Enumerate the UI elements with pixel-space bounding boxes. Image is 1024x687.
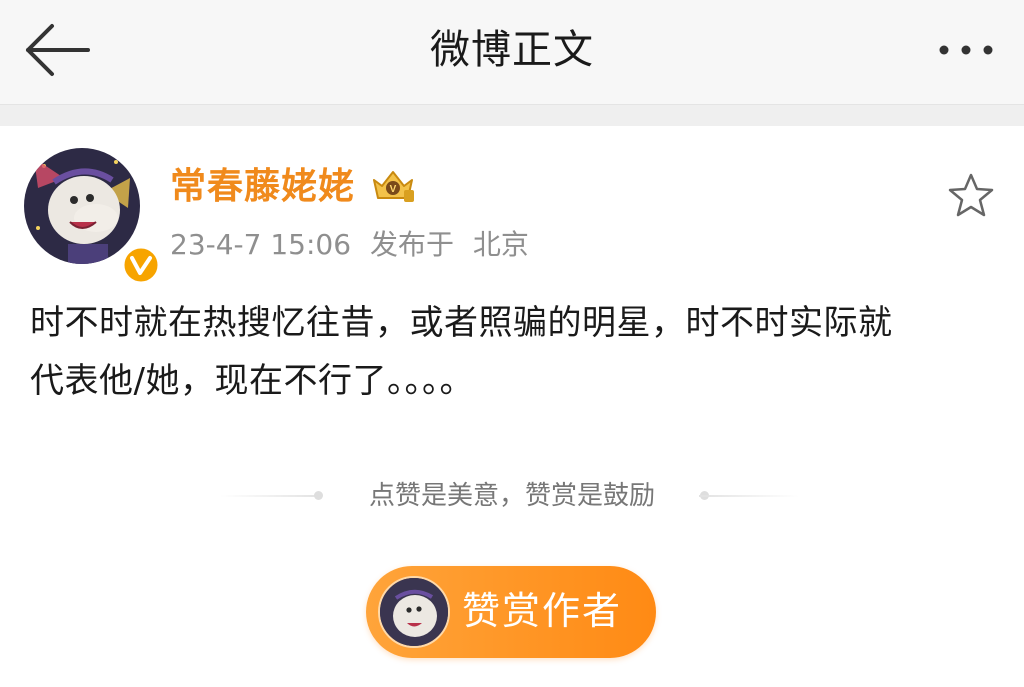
post-timestamp: 23-4-7 15:06 xyxy=(170,228,352,261)
avatar[interactable] xyxy=(24,148,161,285)
reward-author-button[interactable]: 赞赏作者 xyxy=(366,566,656,658)
reward-hint-text: 点赞是美意，赞赏是鼓励 xyxy=(368,481,655,511)
top-navbar: 微博正文 xyxy=(0,0,1024,104)
reward-avatar xyxy=(378,576,450,648)
post-body: 时不时就在热搜忆往昔，或者照骗的明星，时不时实际就 代表他/她，现在不行了。。。… xyxy=(30,294,1000,410)
username-link[interactable]: 常春藤姥姥 xyxy=(170,164,355,210)
verified-v-icon xyxy=(121,245,161,285)
hint-dot-left xyxy=(314,491,323,500)
hint-divider-right xyxy=(699,495,799,497)
star-outline-icon xyxy=(948,173,994,217)
more-button[interactable] xyxy=(926,30,1006,70)
section-divider xyxy=(0,104,1024,127)
reward-hint: 点赞是美意，赞赏是鼓励 xyxy=(0,476,1024,516)
published-label: 发布于 xyxy=(369,228,454,261)
post-location: 北京 xyxy=(472,228,529,261)
author-avatar-image xyxy=(380,578,448,646)
crown-vip-icon: V xyxy=(373,171,414,202)
weibo-post-screen: 微博正文 常春藤姥姥 V 23-4-7 15:06 发布于 北京 时不时就在热搜… xyxy=(0,0,1024,687)
post-body-line-1: 时不时就在热搜忆往昔，或者照骗的明星，时不时实际就 xyxy=(30,303,893,343)
hint-divider-left xyxy=(220,495,320,497)
reward-button-label: 赞赏作者 xyxy=(462,589,623,633)
page-title: 微博正文 xyxy=(430,27,594,73)
more-dots-icon xyxy=(939,45,993,55)
post-card: 常春藤姥姥 V 23-4-7 15:06 发布于 北京 时不时就在热搜忆往昔，或… xyxy=(0,126,1024,687)
post-body-line-2: 代表他/她，现在不行了。。。。 xyxy=(30,361,474,401)
post-meta: 23-4-7 15:06 发布于 北京 xyxy=(170,226,539,264)
svg-text:V: V xyxy=(390,184,397,195)
favorite-button[interactable] xyxy=(948,172,994,218)
